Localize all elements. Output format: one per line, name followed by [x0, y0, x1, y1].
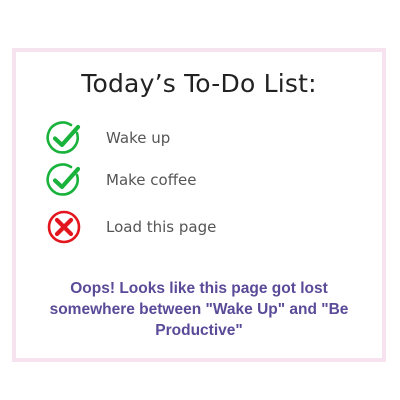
todo-item-label: Load this page — [106, 218, 217, 236]
page-title: Today’s To-Do List: — [81, 69, 317, 98]
todo-item-load-page: Load this page — [46, 209, 346, 245]
cross-circle-icon — [47, 210, 81, 244]
error-message: Oops! Looks like this page got lost some… — [49, 280, 349, 339]
check-circle-icon — [46, 121, 81, 154]
todo-card: Today’s To-Do List: Wake up Make coffee … — [12, 48, 386, 362]
todo-item-make-coffee: Make coffee — [46, 162, 346, 198]
todo-item-label: Wake up — [106, 129, 171, 147]
check-circle-icon — [46, 163, 81, 196]
todo-item-wake-up: Wake up — [46, 120, 346, 156]
todo-item-label: Make coffee — [106, 171, 197, 189]
